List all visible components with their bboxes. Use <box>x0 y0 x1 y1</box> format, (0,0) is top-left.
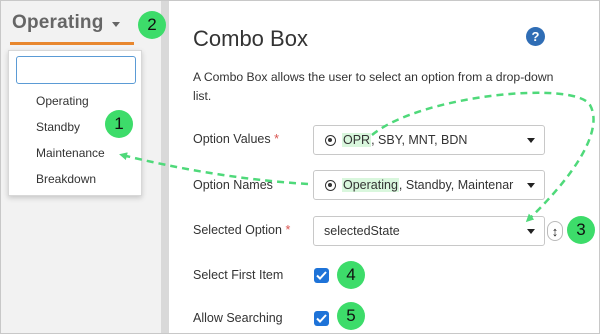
selected-option-value: selectedState <box>324 224 400 238</box>
option-names-rest: , Standby, Maintenar <box>398 178 514 192</box>
dropdown-item-breakdown[interactable]: Breakdown <box>36 172 96 186</box>
select-first-item-checkbox[interactable] <box>314 268 329 283</box>
option-values-highlight: OPR <box>342 133 372 147</box>
callout-2: 2 <box>138 11 166 39</box>
required-mark: * <box>274 132 279 146</box>
checkmark-icon <box>316 314 327 323</box>
option-values-label: Option Values * <box>193 132 279 146</box>
dropdown-item-maintenance[interactable]: Maintenance <box>36 146 105 160</box>
allow-searching-checkbox[interactable] <box>314 311 329 326</box>
option-names-highlight: Operating <box>342 178 399 192</box>
callout-1: 1 <box>105 110 133 138</box>
selected-option-field[interactable]: selectedState <box>313 216 545 246</box>
panel-divider <box>161 1 169 333</box>
switch-binding-icon[interactable]: ↕ <box>547 221 563 241</box>
selected-option-label: Selected Option * <box>193 223 291 237</box>
option-values-rest: , SBY, MNT, BDN <box>371 133 468 147</box>
callout-5: 5 <box>337 302 365 330</box>
required-mark: * <box>285 223 291 237</box>
caret-down-icon[interactable] <box>527 183 535 188</box>
checkmark-icon <box>316 271 327 280</box>
dropdown-item-standby[interactable]: Standby <box>36 120 80 134</box>
select-first-item-label: Select First Item <box>193 268 284 282</box>
option-values-field[interactable]: OPR, SBY, MNT, BDN <box>313 125 545 155</box>
panel-title: Combo Box <box>193 26 308 51</box>
combo-selected-value: Operating <box>12 12 104 33</box>
dropdown-item-operating[interactable]: Operating <box>36 94 89 108</box>
combo-underline <box>10 42 134 45</box>
option-names-field[interactable]: Operating, Standby, Maintenar <box>313 170 545 200</box>
panel-description: A Combo Box allows the user to select an… <box>193 70 554 103</box>
caret-down-icon[interactable] <box>527 229 535 234</box>
callout-3: 3 <box>567 216 595 244</box>
dropdown-search-input[interactable] <box>16 56 136 84</box>
caret-down-icon[interactable] <box>111 21 120 27</box>
binding-radio-icon <box>325 180 336 191</box>
caret-down-icon[interactable] <box>527 138 535 143</box>
help-icon[interactable]: ? <box>526 27 545 46</box>
combo-box-preview[interactable]: Operating <box>12 12 120 34</box>
binding-radio-icon <box>325 135 336 146</box>
callout-4: 4 <box>337 261 365 289</box>
allow-searching-label: Allow Searching <box>193 311 283 325</box>
option-names-label: Option Names <box>193 178 273 192</box>
